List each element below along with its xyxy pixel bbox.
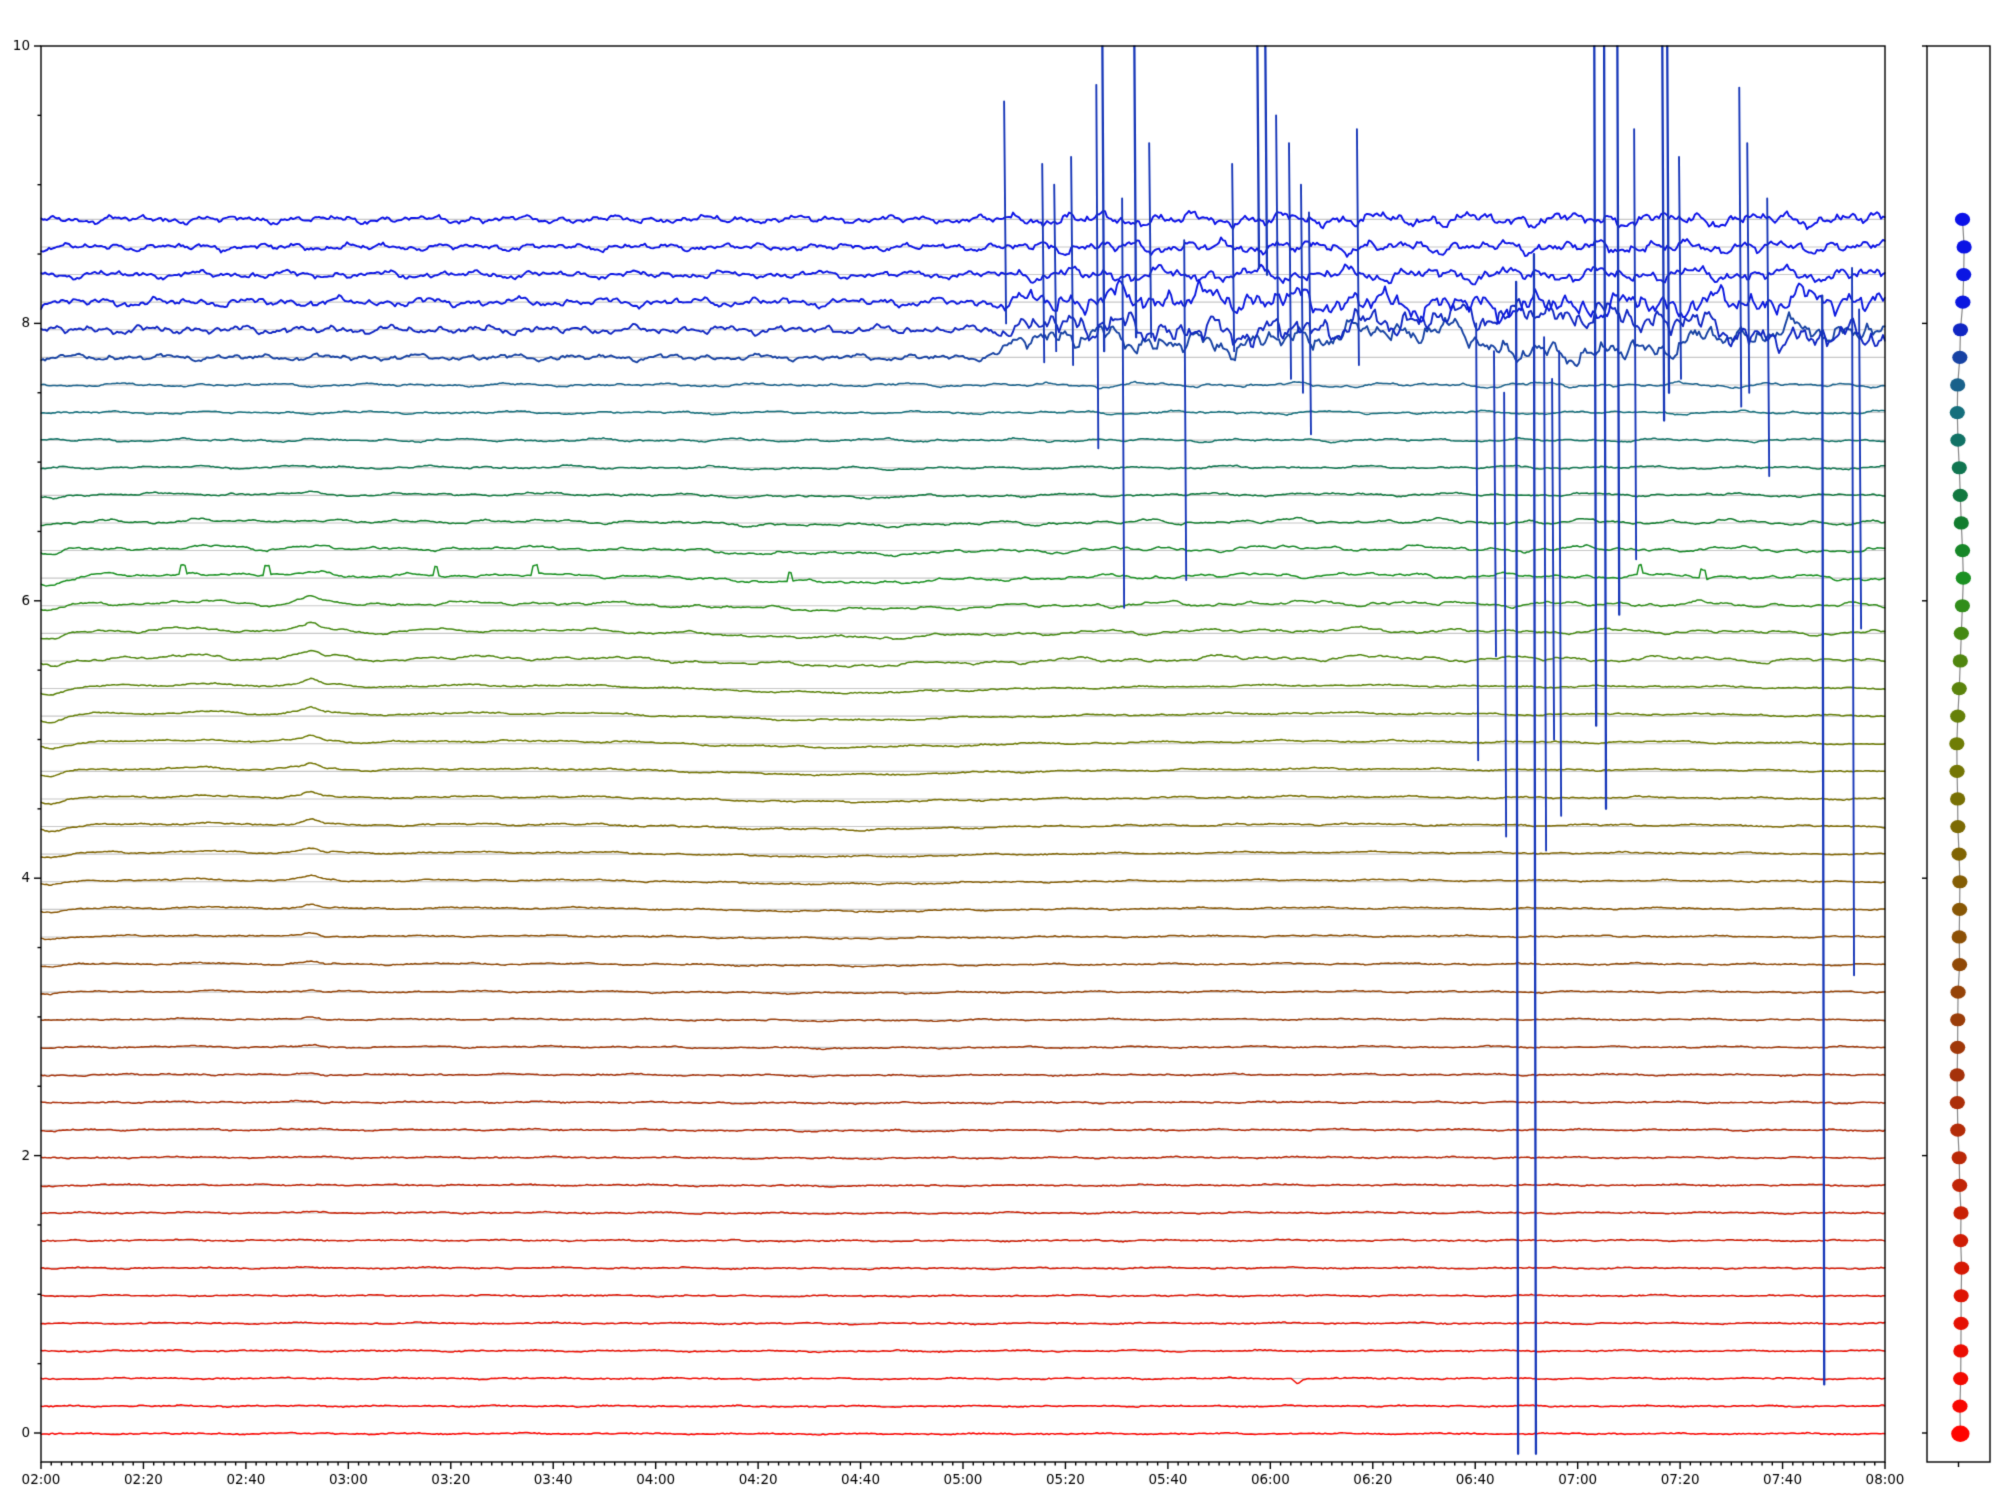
seismogram-canvas xyxy=(0,0,2000,1500)
seismogram-page: SRH 0324 20250708 xyxy=(0,0,2000,1500)
